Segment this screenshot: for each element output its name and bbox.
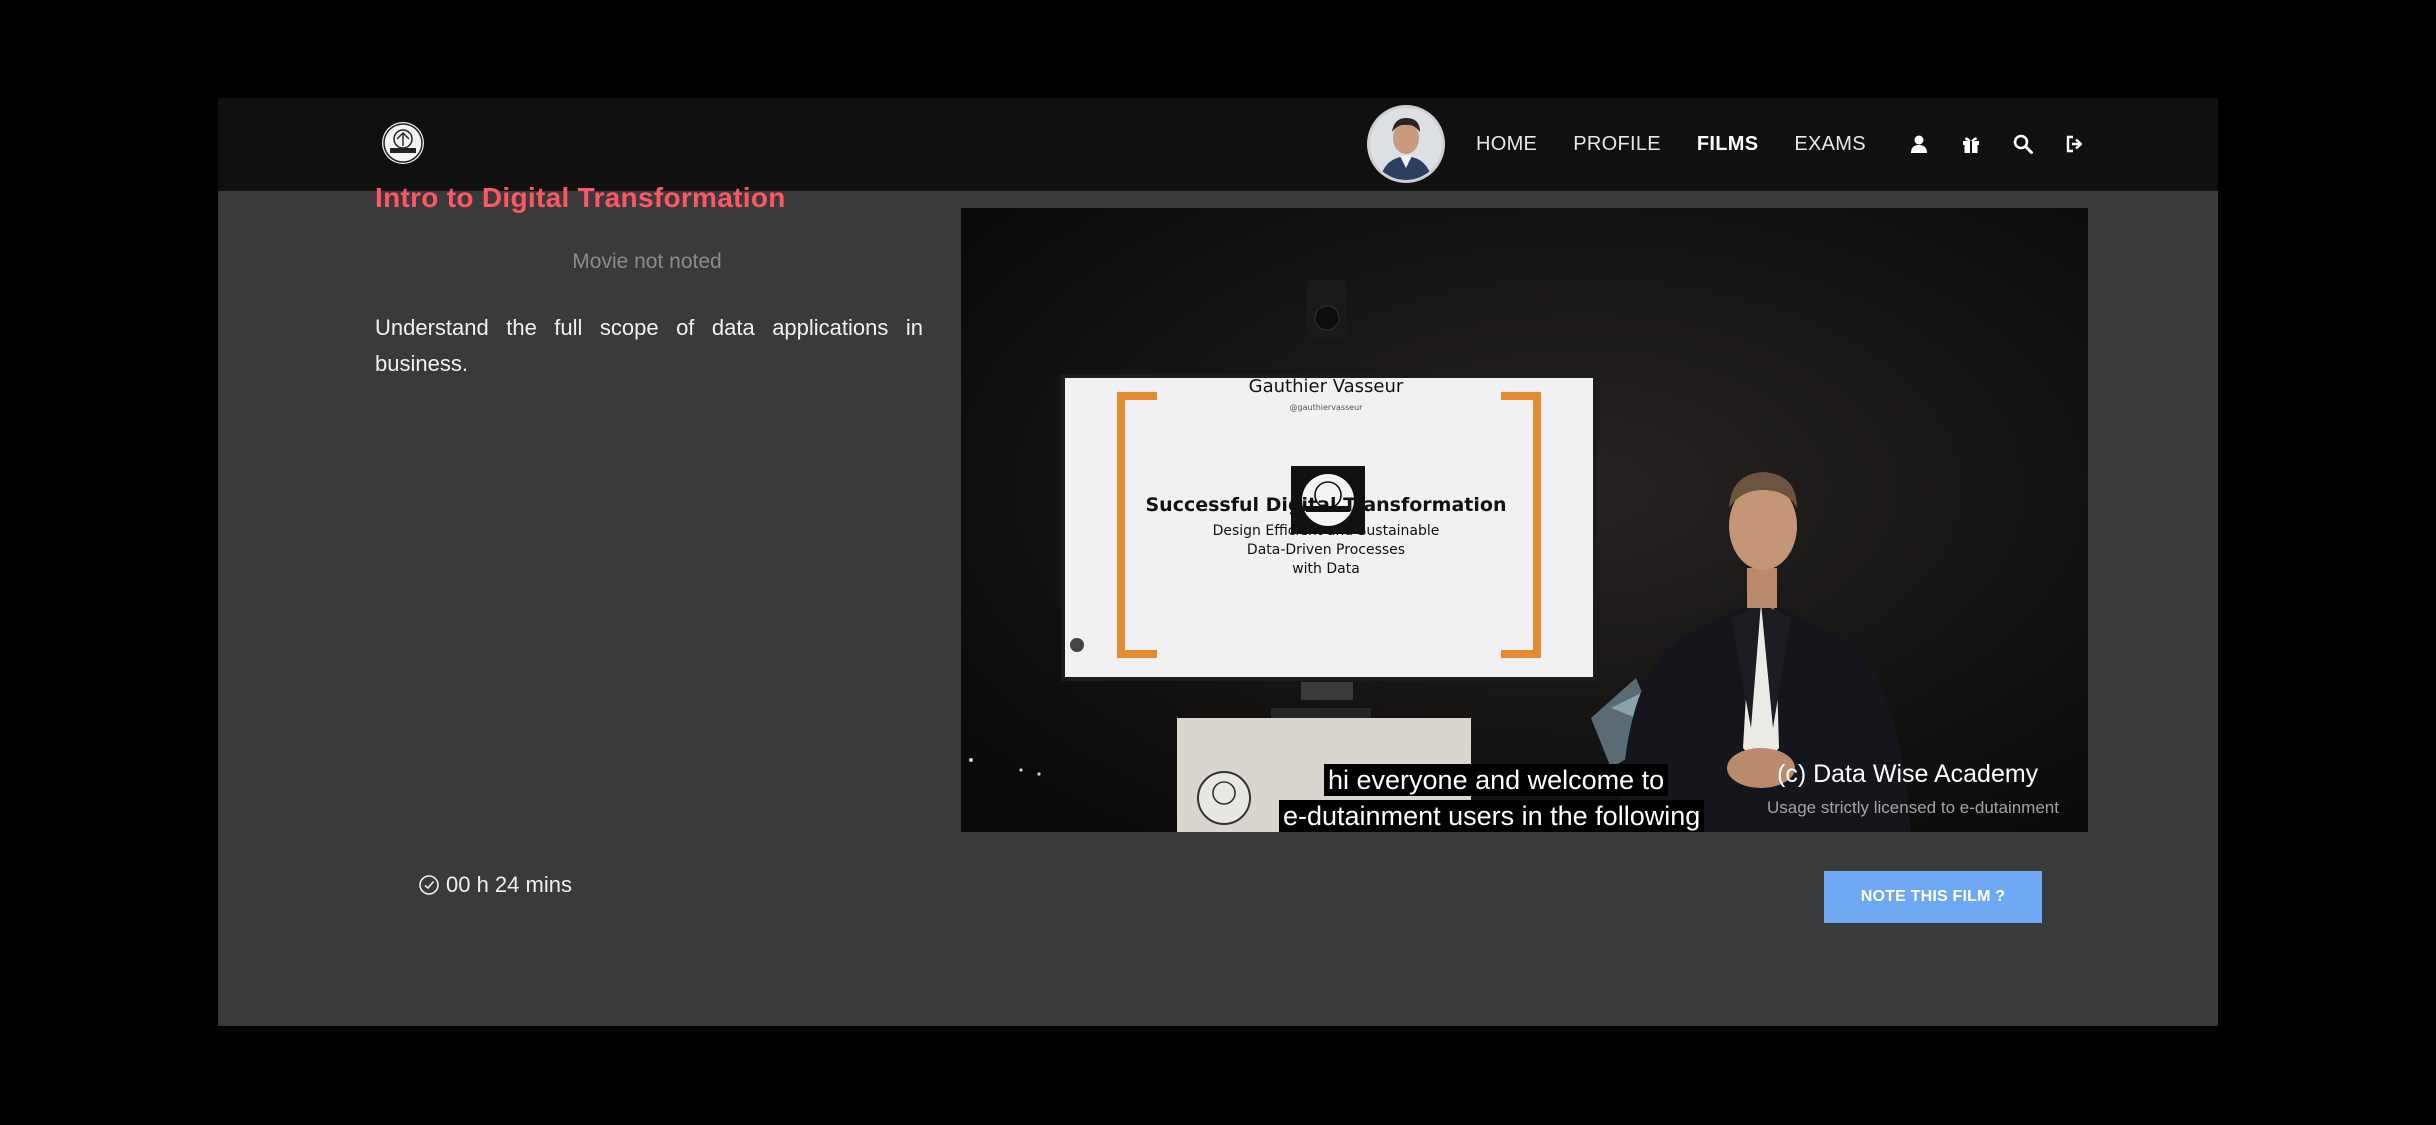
header-actions	[1906, 126, 2088, 162]
film-duration: 00 h 24 mins	[418, 872, 572, 898]
duration-text: 00 h 24 mins	[446, 872, 572, 897]
video-player[interactable]: Gauthier Vasseur @gauthiervasseur Succes…	[961, 208, 2088, 832]
caption-line: hi everyone and welcome to	[1324, 764, 1669, 796]
academy-logo-icon[interactable]	[382, 122, 424, 164]
nav-exams[interactable]: EXAMS	[1794, 133, 1866, 156]
rate-film-button[interactable]: NOTE THIS FILM ?	[1824, 871, 2042, 923]
license-note: Usage strictly licensed to e-dutainment	[1767, 798, 2059, 817]
slide-title: Successful Digital Transformation	[1145, 494, 1507, 516]
user-icon[interactable]	[1906, 131, 1932, 157]
video-watermark: (c) Data Wise Academy	[1777, 760, 2039, 788]
rating-status-text: Movie not noted	[572, 250, 722, 273]
clock-icon	[418, 874, 440, 896]
slide-presenter: Gauthier Vasseur	[1248, 376, 1404, 397]
app-window: HOME PROFILE FILMS EXAMS Intro to Digita…	[218, 98, 2218, 1026]
main-nav: HOME PROFILE FILMS EXAMS	[1476, 98, 1866, 191]
gift-icon[interactable]	[1958, 131, 1984, 157]
caption-line: e-dutainment users in the following	[1279, 800, 1705, 832]
slide-handle: @gauthiervasseur	[1289, 403, 1363, 412]
user-avatar[interactable]	[1370, 108, 1442, 180]
nav-home[interactable]: HOME	[1476, 133, 1537, 156]
nav-profile[interactable]: PROFILE	[1573, 133, 1661, 156]
slide-subtitle: Design Efficient and Sustainable Data-Dr…	[1212, 523, 1440, 577]
nav-films[interactable]: FILMS	[1697, 133, 1759, 156]
search-icon[interactable]	[2010, 131, 2036, 157]
slide-content: Gauthier Vasseur @gauthiervasseur Succes…	[1061, 376, 1591, 579]
film-title: Intro to Digital Transformation	[375, 182, 786, 213]
film-description: Understand the full scope of data applic…	[375, 315, 923, 376]
sign-out-icon[interactable]	[2062, 131, 2088, 157]
top-navigation-bar: HOME PROFILE FILMS EXAMS	[218, 98, 2218, 191]
